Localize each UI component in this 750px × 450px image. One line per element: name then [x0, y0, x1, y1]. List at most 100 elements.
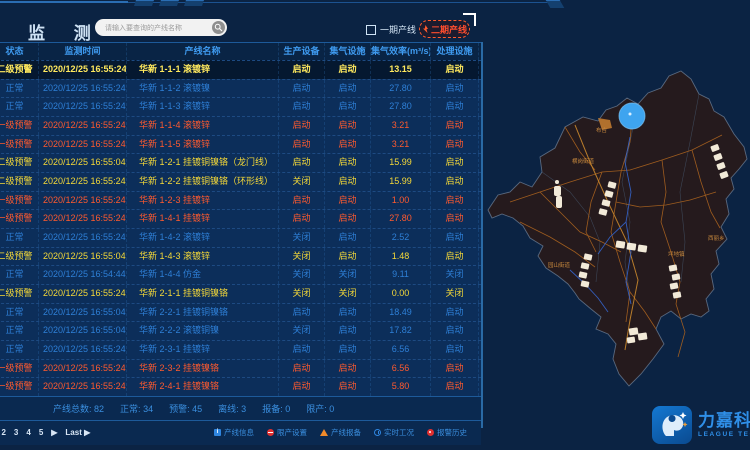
cell-time: 2020/12/25 16:55:24 — [39, 378, 127, 396]
table-row[interactable]: 一级预警2020/12/25 16:55:24华新 2-4-1 挂镀镍铬启动启动… — [0, 377, 481, 396]
cell-line: 华新 1-4-1 挂镀锌 — [127, 210, 279, 228]
table-row[interactable]: 一级预警2020/12/25 16:55:24华新 1-1-5 滚镀锌启动启动3… — [0, 135, 481, 154]
cell-time: 2020/12/25 16:55:24 — [39, 210, 127, 228]
deco-end — [546, 0, 565, 8]
cell-eff: 18.49 — [371, 304, 431, 322]
cell-gas: 启动 — [325, 98, 371, 116]
cell-gas: 启动 — [325, 192, 371, 210]
cell-prod: 关闭 — [279, 173, 325, 191]
cell-prod: 关闭 — [279, 322, 325, 340]
cell-time: 2020/12/25 16:55:04 — [39, 248, 127, 266]
table-row[interactable]: 正常2020/12/25 16:55:04华新 2-2-2 滚镀铜镍关闭启动17… — [0, 321, 481, 340]
search-icon — [214, 23, 223, 32]
cell-status: 二级预警 — [0, 285, 39, 303]
map-label: 园山街道 — [548, 261, 571, 269]
cell-gas: 启动 — [325, 117, 371, 135]
cell-gas: 关闭 — [325, 266, 371, 284]
cell-prod: 启动 — [279, 210, 325, 228]
cell-treat: 启动 — [431, 80, 479, 98]
cell-gas: 启动 — [325, 360, 371, 378]
map-alert-marker[interactable] — [619, 103, 645, 129]
cell-eff: 3.21 — [371, 117, 431, 135]
legend-realtime-status[interactable]: 实时工况 — [374, 427, 414, 438]
summary-total: 产线总数: 82 — [53, 402, 104, 415]
next-page-button[interactable]: ▶ — [51, 428, 57, 437]
legend-line-info[interactable]: i 产线信息 — [214, 427, 254, 438]
page-3[interactable]: 3 — [14, 428, 18, 437]
page-5[interactable]: 5 — [39, 428, 43, 437]
table-row[interactable]: 一级预警2020/12/25 16:55:24华新 1-1-4 滚镀锌启动启动3… — [0, 116, 481, 135]
col-line-name[interactable]: 产线名称 — [127, 43, 279, 60]
table-row[interactable]: 一级预警2020/12/25 16:55:24华新 2-3-2 挂镀镍铬启动启动… — [0, 359, 481, 378]
cell-time: 2020/12/25 16:55:24 — [39, 341, 127, 359]
table-row[interactable]: 二级预警2020/12/25 16:55:04华新 1-4-3 滚镀锌关闭启动1… — [0, 247, 481, 266]
legend-line-report[interactable]: 产线报备 — [320, 427, 361, 438]
cell-treat: 启动 — [431, 248, 479, 266]
table-row[interactable]: 二级预警2020/12/25 16:55:24华新 1-2-2 挂镀铜镍铬（环形… — [0, 172, 481, 191]
phase1-filter[interactable]: 一期产线 — [366, 23, 416, 36]
cell-status: 一级预警 — [0, 378, 39, 396]
table-row[interactable]: 一级预警2020/12/25 16:55:24华新 1-2-3 挂镀锌启动启动1… — [0, 191, 481, 210]
search-box[interactable] — [95, 19, 227, 36]
table-row[interactable]: 正常2020/12/25 16:55:24华新 1-1-3 滚镀锌启动启动27.… — [0, 97, 481, 116]
table-row[interactable]: 正常2020/12/25 16:55:04华新 2-2-1 挂镀铜镍铬启动启动1… — [0, 303, 481, 322]
cell-line: 华新 1-2-2 挂镀铜镍铬（环形线） — [127, 173, 279, 191]
col-treat-facility[interactable]: 处理设施 — [431, 43, 479, 60]
col-gas-efficiency[interactable]: 集气效率(m³/s) — [371, 43, 431, 60]
cell-treat: 启动 — [431, 136, 479, 154]
map-label: 布吉 — [596, 126, 608, 134]
cell-prod: 启动 — [279, 117, 325, 135]
col-time[interactable]: 监测时间 — [39, 43, 127, 60]
cell-treat: 启动 — [431, 61, 479, 79]
district-map[interactable]: 布吉 横岗街道 园山街道 坪地镇 西丽乡 — [480, 42, 750, 400]
last-page-button[interactable]: Last ▶ — [65, 428, 90, 437]
top-divider-bright — [0, 1, 128, 3]
cell-time: 2020/12/25 16:55:24 — [39, 117, 127, 135]
table-row[interactable]: 二级预警2020/12/25 16:55:24华新 2-1-1 挂镀铜镍铬关闭关… — [0, 284, 481, 303]
warning-triangle-icon — [320, 429, 328, 436]
search-input[interactable] — [103, 20, 212, 37]
table-row[interactable]: 正常2020/12/25 16:55:24华新 2-3-1 挂镀锌启动启动6.5… — [0, 340, 481, 359]
cell-prod: 关闭 — [279, 248, 325, 266]
page-2[interactable]: 2 — [1, 428, 5, 437]
cell-time: 2020/12/25 16:55:24 — [39, 229, 127, 247]
cell-line: 华新 1-4-3 滚镀锌 — [127, 248, 279, 266]
cell-eff: 13.15 — [371, 61, 431, 79]
cell-treat: 启动 — [431, 378, 479, 396]
cell-prod: 启动 — [279, 378, 325, 396]
table-row[interactable]: 一级预警2020/12/25 16:55:24华新 1-4-1 挂镀锌启动启动2… — [0, 209, 481, 228]
legend-limit-settings[interactable]: 限产设置 — [267, 427, 307, 438]
table-row[interactable]: 正常2020/12/25 16:55:24华新 1-4-2 滚镀锌关闭启动2.5… — [0, 228, 481, 247]
table-row[interactable]: 正常2020/12/25 16:54:44华新 1-4-4 仿金关闭关闭9.11… — [0, 265, 481, 284]
page-4[interactable]: 4 — [26, 428, 30, 437]
cell-status: 一级预警 — [0, 360, 39, 378]
col-gas-facility[interactable]: 集气设施 — [325, 43, 371, 60]
cell-line: 华新 1-2-1 挂镀铜镍铬（龙门线） — [127, 154, 279, 172]
cell-status: 一级预警 — [0, 192, 39, 210]
table-row[interactable]: 二级预警2020/12/25 16:55:24华新 1-1-1 滚镀锌启动启动1… — [0, 60, 481, 79]
checkbox-icon[interactable] — [366, 25, 376, 35]
table-row[interactable]: 二级预警2020/12/25 16:55:04华新 1-2-1 挂镀铜镍铬（龙门… — [0, 153, 481, 172]
logo-icon — [652, 406, 692, 444]
cell-line: 华新 2-3-2 挂镀镍铬 — [127, 360, 279, 378]
cell-time: 2020/12/25 16:55:24 — [39, 80, 127, 98]
legend-alarm-history[interactable]: 报警历史 — [427, 427, 467, 438]
cell-gas: 启动 — [325, 229, 371, 247]
deco-tab — [134, 0, 154, 6]
summary-bar: 产线总数: 82 正常: 34 预警: 45 离线: 3 报备: 0 限产: 0 — [0, 396, 481, 420]
legend-bar: i 产线信息 限产设置 产线报备 实时工况 报警历史 — [214, 427, 467, 438]
cell-status: 正常 — [0, 80, 39, 98]
cell-prod: 关闭 — [279, 266, 325, 284]
cell-eff: 9.11 — [371, 266, 431, 284]
search-button[interactable] — [212, 21, 225, 34]
cell-treat: 关闭 — [431, 285, 479, 303]
cell-prod: 关闭 — [279, 285, 325, 303]
monitoring-screen: 监 测 一期产线 二期产线 状态 监测时间 产线名称 生产设备 集气设施 集气效… — [0, 0, 750, 450]
page-title: 监 测 — [28, 19, 103, 44]
table-row[interactable]: 正常2020/12/25 16:55:24华新 1-1-2 滚镀镍启动启动27.… — [0, 79, 481, 98]
cell-eff: 15.99 — [371, 173, 431, 191]
cell-status: 二级预警 — [0, 154, 39, 172]
cell-line: 华新 1-4-4 仿金 — [127, 266, 279, 284]
col-prod-equip[interactable]: 生产设备 — [279, 43, 325, 60]
col-status[interactable]: 状态 — [0, 43, 39, 60]
